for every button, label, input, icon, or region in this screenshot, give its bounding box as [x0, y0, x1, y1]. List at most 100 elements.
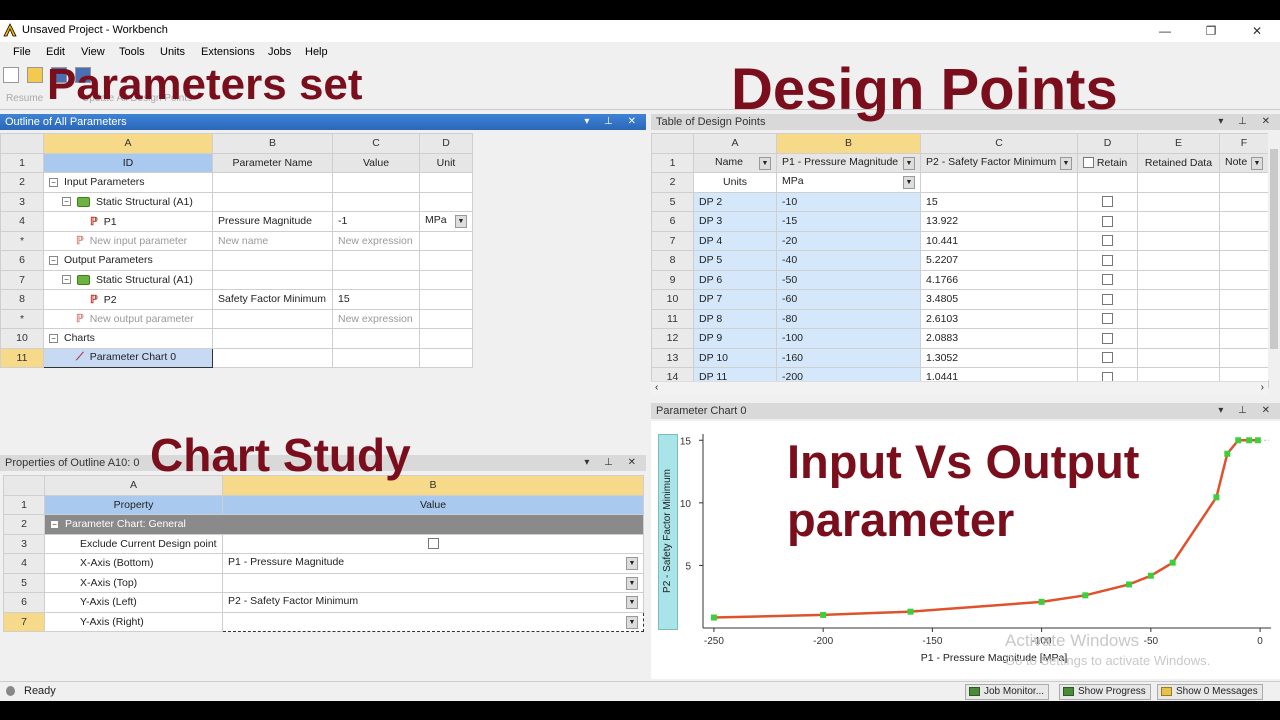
table-row[interactable]: 4 X-Axis (Bottom) P1 - Pressure Magnitud… [3, 553, 644, 574]
dp-name-cell[interactable]: DP 6 [693, 269, 777, 290]
panel-controls-icon[interactable]: ▾ ⊥ ✕ [584, 114, 642, 130]
menu-help[interactable]: Help [305, 46, 328, 58]
table-row[interactable]: 13 DP 10 -160 1.3052 [651, 347, 1269, 368]
parameter-value-cell[interactable]: -1 [332, 211, 420, 232]
note-cell[interactable] [1219, 250, 1269, 271]
collapse-icon[interactable]: − [49, 177, 58, 187]
col-header-d[interactable]: D [419, 133, 473, 154]
chevron-down-icon[interactable]: ▼ [626, 557, 638, 571]
dp-name-cell[interactable]: DP 10 [693, 347, 777, 368]
retain-checkbox[interactable] [1102, 254, 1113, 266]
table-row[interactable]: 6 − Output Parameters [0, 250, 473, 271]
chevron-down-icon[interactable]: ▼ [626, 576, 638, 590]
collapse-icon[interactable]: − [49, 333, 58, 343]
new-expression-cell[interactable]: New expression [332, 230, 420, 251]
note-cell[interactable] [1219, 289, 1269, 310]
x-axis-top-select[interactable]: ▼ [222, 572, 644, 593]
collapse-icon[interactable]: − [49, 255, 58, 265]
dp-p1-cell[interactable]: -40 [776, 250, 921, 271]
new-name-cell[interactable]: New name [212, 230, 333, 251]
table-row[interactable]: 2 − Input Parameters [0, 172, 473, 193]
chevron-down-icon[interactable]: ▼ [1251, 156, 1263, 170]
col-header-c[interactable]: C [920, 133, 1078, 154]
col-header-f[interactable]: F [1219, 133, 1269, 154]
note-cell[interactable] [1219, 328, 1269, 349]
unit-cell[interactable]: MPa ▼ [419, 211, 473, 232]
table-row[interactable]: 12 DP 9 -100 2.0883 [651, 328, 1269, 349]
retain-cell[interactable] [1077, 328, 1138, 349]
collapse-icon[interactable]: − [62, 197, 71, 207]
retain-checkbox[interactable] [1102, 313, 1113, 325]
col-header-e[interactable]: E [1137, 133, 1220, 154]
dp-p1-cell[interactable]: -10 [776, 191, 921, 212]
y-axis-right-select[interactable]: ▼ [222, 611, 644, 632]
retain-cell[interactable] [1077, 289, 1138, 310]
retain-all-checkbox[interactable] [1083, 157, 1094, 169]
chevron-down-icon[interactable]: ▼ [903, 156, 915, 170]
show-messages-button[interactable]: Show 0 Messages [1157, 684, 1263, 700]
retain-checkbox[interactable] [1102, 235, 1113, 247]
menu-tools[interactable]: Tools [119, 46, 145, 58]
units-select[interactable]: MPa ▼ [776, 172, 921, 193]
dp-name-cell[interactable]: DP 7 [693, 289, 777, 310]
menu-edit[interactable]: Edit [46, 46, 65, 58]
note-cell[interactable] [1219, 347, 1269, 368]
collapse-icon[interactable]: − [62, 275, 71, 285]
dp-p1-cell[interactable]: -80 [776, 308, 921, 329]
close-button[interactable]: ✕ [1234, 20, 1280, 42]
table-row[interactable]: * ℙ New output parameter New expression [0, 308, 473, 329]
note-cell[interactable] [1219, 269, 1269, 290]
col-header-c[interactable]: C [332, 133, 420, 154]
chevron-down-icon[interactable]: ▼ [1060, 156, 1072, 170]
dp-name-cell[interactable]: DP 2 [693, 191, 777, 212]
note-cell[interactable] [1219, 211, 1269, 232]
table-row[interactable]: 9 DP 6 -50 4.1766 [651, 269, 1269, 290]
dp-p1-cell[interactable]: -60 [776, 289, 921, 310]
panel-controls-icon[interactable]: ▾ ⊥ ✕ [584, 455, 642, 471]
col-header-a[interactable]: A [693, 133, 777, 154]
table-row[interactable]: 10 DP 7 -60 3.4805 [651, 289, 1269, 310]
table-row[interactable]: 4 ℙ P1 Pressure Magnitude -1 MPa ▼ [0, 211, 473, 232]
col-header-a[interactable]: A [43, 133, 213, 154]
dp-name-cell[interactable]: DP 9 [693, 328, 777, 349]
retain-header[interactable]: Retain [1077, 152, 1138, 173]
retain-cell[interactable] [1077, 211, 1138, 232]
dp-name-cell[interactable]: DP 5 [693, 250, 777, 271]
table-row[interactable]: * ℙ New input parameter New name New expr… [0, 230, 473, 251]
new-project-icon[interactable] [3, 67, 19, 83]
chevron-down-icon[interactable]: ▼ [759, 156, 771, 170]
table-row[interactable]: 5 DP 2 -10 15 [651, 191, 1269, 212]
retain-checkbox[interactable] [1102, 332, 1113, 344]
x-axis-bottom-select[interactable]: P1 - Pressure Magnitude ▼ [222, 553, 644, 574]
panel-controls-icon[interactable]: ▾ ⊥ ✕ [1218, 403, 1276, 419]
dp-p1-cell[interactable]: -160 [776, 347, 921, 368]
note-cell[interactable] [1219, 191, 1269, 212]
p1-header[interactable]: P1 - Pressure Magnitude ▼ [776, 152, 921, 173]
note-header[interactable]: Note ▼ [1219, 152, 1269, 173]
job-monitor-button[interactable]: Job Monitor... [965, 684, 1050, 700]
note-cell[interactable] [1219, 308, 1269, 329]
menu-view[interactable]: View [81, 46, 105, 58]
retain-checkbox[interactable] [1102, 293, 1113, 305]
table-row[interactable]: 7 Y-Axis (Right) ▼ [3, 611, 644, 632]
table-row[interactable]: 6 Y-Axis (Left) P2 - Safety Factor Minim… [3, 592, 644, 613]
show-progress-button[interactable]: Show Progress [1059, 684, 1151, 700]
y-axis-left-select[interactable]: P2 - Safety Factor Minimum ▼ [222, 592, 644, 613]
table-row[interactable]: 3 − Static Structural (A1) [0, 191, 473, 212]
scroll-thumb[interactable] [1270, 149, 1278, 349]
dp-name-cell[interactable]: DP 3 [693, 211, 777, 232]
dp-p1-cell[interactable]: -100 [776, 328, 921, 349]
dp-name-cell[interactable]: DP 4 [693, 230, 777, 251]
collapse-icon[interactable]: − [50, 519, 59, 529]
note-cell[interactable] [1219, 230, 1269, 251]
exclude-checkbox[interactable] [427, 538, 439, 550]
horizontal-scrollbar[interactable]: ‹ › [651, 381, 1268, 395]
table-row[interactable]: 11 DP 8 -80 2.6103 [651, 308, 1269, 329]
retain-checkbox[interactable] [1102, 274, 1113, 286]
retain-cell[interactable] [1077, 347, 1138, 368]
menu-units[interactable]: Units [160, 46, 185, 58]
retain-checkbox[interactable] [1102, 352, 1113, 364]
retain-cell[interactable] [1077, 230, 1138, 251]
table-row[interactable]: 11 ⟋ Parameter Chart 0 [0, 347, 473, 368]
table-row[interactable]: 5 X-Axis (Top) ▼ [3, 572, 644, 593]
